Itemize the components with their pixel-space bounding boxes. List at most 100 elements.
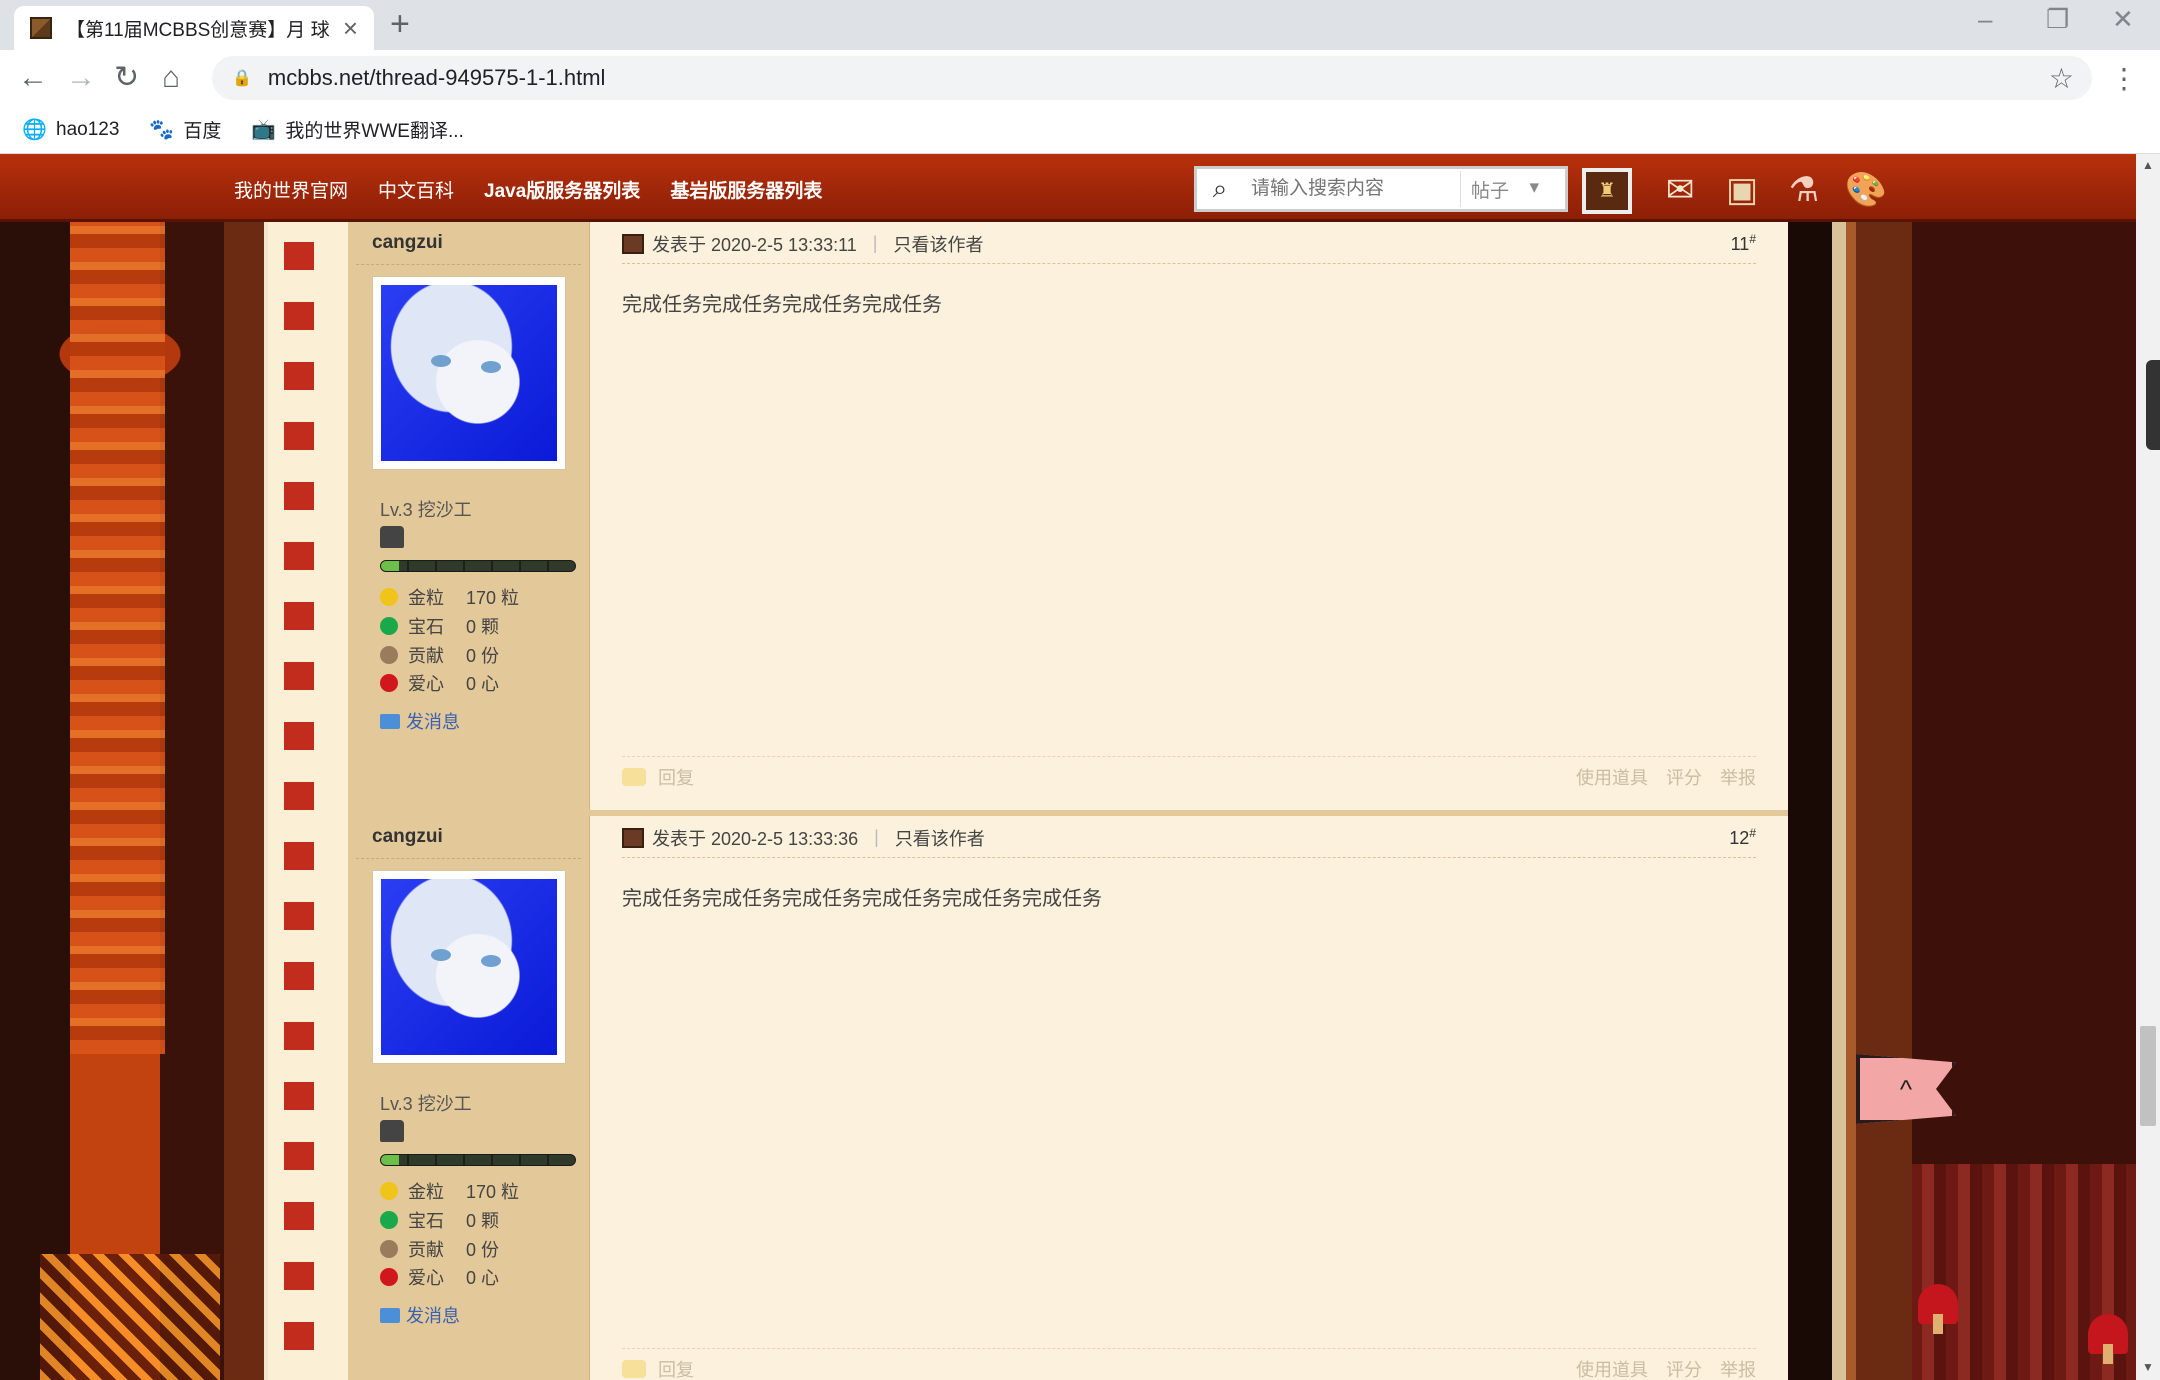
floor-mark: # <box>1749 232 1756 246</box>
restore-icon[interactable]: ❐ <box>2046 4 2069 35</box>
stat-label: 宝石 <box>408 1211 444 1231</box>
author-only-link[interactable]: 只看该作者 <box>893 231 983 257</box>
rate-button[interactable]: 评分 <box>1666 764 1702 790</box>
use-item-button[interactable]: 使用道具 <box>1576 764 1648 790</box>
extension-tab <box>2146 360 2160 450</box>
avatar[interactable] <box>372 870 566 1064</box>
stat-label: 贡献 <box>408 1240 444 1260</box>
site-search: ⌕ 帖子 ▾ <box>1194 166 1568 212</box>
stat-love: 爱心 0 心 <box>380 670 499 696</box>
nav-minecraft-official[interactable]: 我的世界官网 <box>234 176 348 203</box>
browser-tab-bar: 【第11届MCBBS创意赛】月 球 × + – ❐ ✕ <box>0 0 2160 50</box>
report-button[interactable]: 举报 <box>1720 1356 1756 1380</box>
scrollbar-thumb[interactable] <box>2140 1026 2156 1126</box>
chevron-down-icon: ▾ <box>1529 176 1539 198</box>
nav-chinese-wiki[interactable]: 中文百科 <box>378 176 454 203</box>
reply-button[interactable]: 回复 <box>658 1356 694 1380</box>
browser-menu-icon[interactable]: ⋮ <box>2110 62 2138 95</box>
nav-bedrock-servers[interactable]: 基岩版服务器列表 <box>670 176 822 203</box>
cookie-icon <box>380 646 398 664</box>
use-item-button[interactable]: 使用道具 <box>1576 1356 1648 1380</box>
floor-number[interactable]: 11# <box>1731 232 1756 255</box>
forward-icon[interactable]: → <box>66 60 96 96</box>
envelope-icon <box>380 1307 400 1323</box>
potion-icon[interactable]: ⚗ <box>1782 168 1826 212</box>
scroll-down-icon[interactable]: ▼ <box>2142 1360 2154 1374</box>
scroll-to-top-button[interactable]: ^ <box>1856 1054 1956 1124</box>
baidu-paw-icon: 🐾 <box>149 118 175 141</box>
close-tab-icon[interactable]: × <box>343 15 358 41</box>
emerald-icon <box>380 1211 398 1229</box>
report-button[interactable]: 举报 <box>1720 764 1756 790</box>
user-level[interactable]: Lv.3 挖沙工 <box>380 1090 472 1116</box>
separator: | <box>872 233 878 253</box>
post-content: 完成任务完成任务完成任务完成任务 <box>622 294 942 316</box>
decorative-strip <box>268 222 348 1380</box>
scroll-up-icon[interactable]: ▲ <box>2142 158 2154 172</box>
search-scope-select[interactable]: 帖子 ▾ <box>1461 176 1551 203</box>
home-icon[interactable]: ⌂ <box>162 60 180 96</box>
page-scrollbar[interactable]: ▲ ▼ <box>2136 154 2160 1380</box>
post-content: 完成任务完成任务完成任务完成任务完成任务完成任务 <box>622 888 1102 910</box>
floor-value: 11 <box>1730 234 1750 254</box>
reload-icon[interactable]: ↻ <box>114 60 139 96</box>
stat-value: 0 心 <box>466 674 500 694</box>
chest-icon[interactable]: ▣ <box>1720 168 1764 212</box>
nav-java-servers[interactable]: Java版服务器列表 <box>484 176 640 203</box>
rate-button[interactable]: 评分 <box>1666 1356 1702 1380</box>
stat-gold: 金粒 170 粒 <box>380 584 519 610</box>
bookmark-star-icon[interactable]: ☆ <box>2049 62 2074 95</box>
author-name[interactable]: cangzui <box>372 232 443 254</box>
divider <box>356 264 581 265</box>
back-icon[interactable]: ← <box>18 60 48 96</box>
post-time: 发表于 2020-2-5 13:33:36 <box>652 828 859 849</box>
bilibili-tv-icon: 📺 <box>251 118 277 141</box>
stat-label: 爱心 <box>408 1268 444 1288</box>
reply-button[interactable]: 回复 <box>658 764 694 790</box>
post-actions: 回复 使用道具 评分 举报 <box>622 756 1756 796</box>
stat-value: 0 心 <box>466 1268 500 1288</box>
url-text: mcbbs.net/thread-949575-1-1.html <box>267 65 606 90</box>
new-tab-icon[interactable]: + <box>390 6 410 42</box>
message-icon[interactable]: ✉ <box>1658 168 1702 212</box>
post-meta: 发表于 2020-2-5 13:33:11 | 只看该作者 11# <box>622 224 1756 264</box>
user-avatar-button[interactable]: ♜ <box>1582 168 1632 214</box>
browser-tab[interactable]: 【第11届MCBBS创意赛】月 球 × <box>14 6 374 50</box>
user-level[interactable]: Lv.3 挖沙工 <box>380 496 472 522</box>
stat-gem: 宝石 0 颗 <box>380 1207 499 1233</box>
bookmark-label: hao123 <box>56 118 120 140</box>
post-actions: 回复 使用道具 评分 举报 <box>622 1348 1756 1380</box>
mcbbs-favicon-icon <box>30 17 52 39</box>
divider <box>356 858 581 859</box>
stat-value: 170 粒 <box>466 588 520 608</box>
bookmark-wwe-translate[interactable]: 📺 我的世界WWE翻译... <box>251 116 463 143</box>
site-navbar: 我的世界官网 中文百科 Java版服务器列表 基岩版服务器列表 ⌕ 帖子 ▾ ♜… <box>0 154 2136 222</box>
stat-label: 贡献 <box>408 646 444 666</box>
minimize-icon[interactable]: – <box>1978 4 1992 35</box>
palette-icon[interactable]: 🎨 <box>1844 168 1888 212</box>
bookmark-label: 我的世界WWE翻译... <box>285 121 464 142</box>
address-bar[interactable]: 🔒 mcbbs.net/thread-949575-1-1.html ☆ <box>212 56 2092 100</box>
stat-label: 金粒 <box>408 1182 444 1202</box>
author-only-link[interactable]: 只看该作者 <box>895 825 985 851</box>
cookie-icon <box>380 1240 398 1258</box>
search-input[interactable] <box>1243 171 1461 207</box>
lock-icon: 🔒 <box>232 70 252 87</box>
post-body: 发表于 2020-2-5 13:33:36 | 只看该作者 12# 完成任务完成… <box>590 816 1788 1380</box>
window-close-icon[interactable]: ✕ <box>2112 4 2134 35</box>
search-scope-value: 帖子 <box>1471 180 1510 202</box>
floor-number[interactable]: 12# <box>1729 826 1756 849</box>
search-icon[interactable]: ⌕ <box>1197 173 1243 205</box>
site-nav-links: 我的世界官网 中文百科 Java版服务器列表 基岩版服务器列表 <box>234 176 822 203</box>
bookmark-baidu[interactable]: 🐾 百度 <box>149 116 221 143</box>
bookmark-hao123[interactable]: 🌐 hao123 <box>22 119 119 141</box>
separator: | <box>874 827 879 847</box>
send-message-label: 发消息 <box>406 1306 460 1326</box>
send-message-link[interactable]: 发消息 <box>380 1302 460 1328</box>
send-message-link[interactable]: 发消息 <box>380 708 460 734</box>
post-author-icon <box>622 233 644 254</box>
author-name[interactable]: cangzui <box>372 826 443 848</box>
gold-nugget-icon <box>380 588 398 606</box>
minecart-level-icon <box>380 1120 404 1142</box>
avatar[interactable] <box>372 276 566 470</box>
